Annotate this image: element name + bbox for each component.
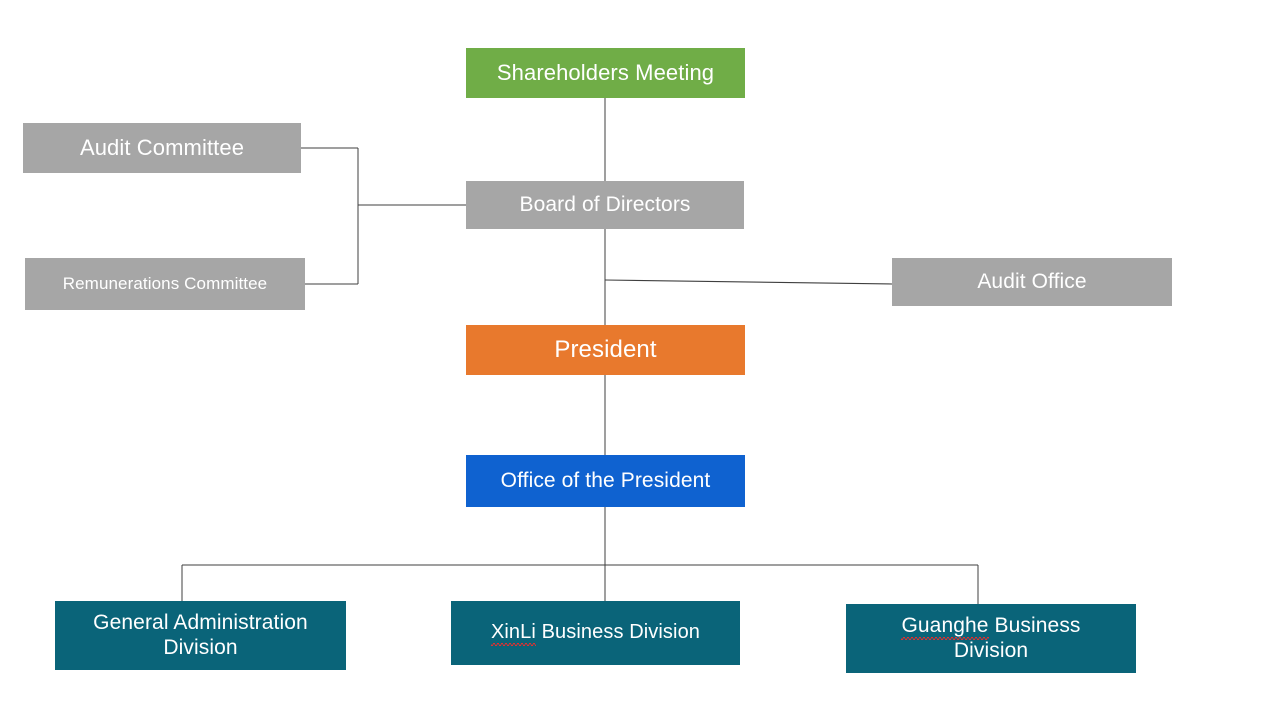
node-label-guanghe-line2: Division bbox=[953, 638, 1029, 662]
node-label-general-administration-division: General Administration Division bbox=[93, 610, 308, 659]
node-label-office-of-the-president: Office of the President bbox=[500, 468, 711, 492]
node-label-xinli-rest: Business Division bbox=[535, 621, 701, 644]
org-chart-canvas: Shareholders Meeting Audit Committee Boa… bbox=[0, 0, 1267, 707]
spellcheck-word-guanghe: Guanghe bbox=[901, 613, 989, 640]
node-board-of-directors[interactable]: Board of Directors bbox=[466, 181, 744, 229]
node-president[interactable]: President bbox=[466, 325, 745, 375]
node-label-guanghe-business-division: Guanghe Business Division bbox=[901, 614, 1080, 664]
node-xinli-business-division[interactable]: XinLi Business Division bbox=[451, 601, 740, 665]
node-remunerations-committee[interactable]: Remunerations Committee bbox=[25, 258, 305, 310]
node-general-administration-division[interactable]: General Administration Division bbox=[55, 601, 346, 670]
spellcheck-word-xinli: XinLi bbox=[490, 621, 536, 646]
node-label-audit-office: Audit Office bbox=[977, 269, 1087, 293]
node-label-president: President bbox=[554, 335, 657, 363]
node-office-of-the-president[interactable]: Office of the President bbox=[466, 455, 745, 507]
node-label-board-of-directors: Board of Directors bbox=[519, 192, 691, 216]
node-shareholders-meeting[interactable]: Shareholders Meeting bbox=[466, 48, 745, 98]
node-label-remunerations-committee: Remunerations Committee bbox=[62, 273, 268, 293]
node-label-audit-committee: Audit Committee bbox=[79, 135, 245, 161]
node-audit-office[interactable]: Audit Office bbox=[892, 258, 1172, 306]
node-audit-committee[interactable]: Audit Committee bbox=[23, 123, 301, 173]
node-label-xinli-business-division: XinLi Business Division bbox=[490, 621, 701, 646]
node-guanghe-business-division[interactable]: Guanghe Business Division bbox=[846, 604, 1136, 673]
edge-board-to-audit-office bbox=[604, 279, 893, 285]
node-label-guanghe-rest: Business bbox=[988, 613, 1081, 637]
node-label-shareholders-meeting: Shareholders Meeting bbox=[496, 60, 715, 86]
